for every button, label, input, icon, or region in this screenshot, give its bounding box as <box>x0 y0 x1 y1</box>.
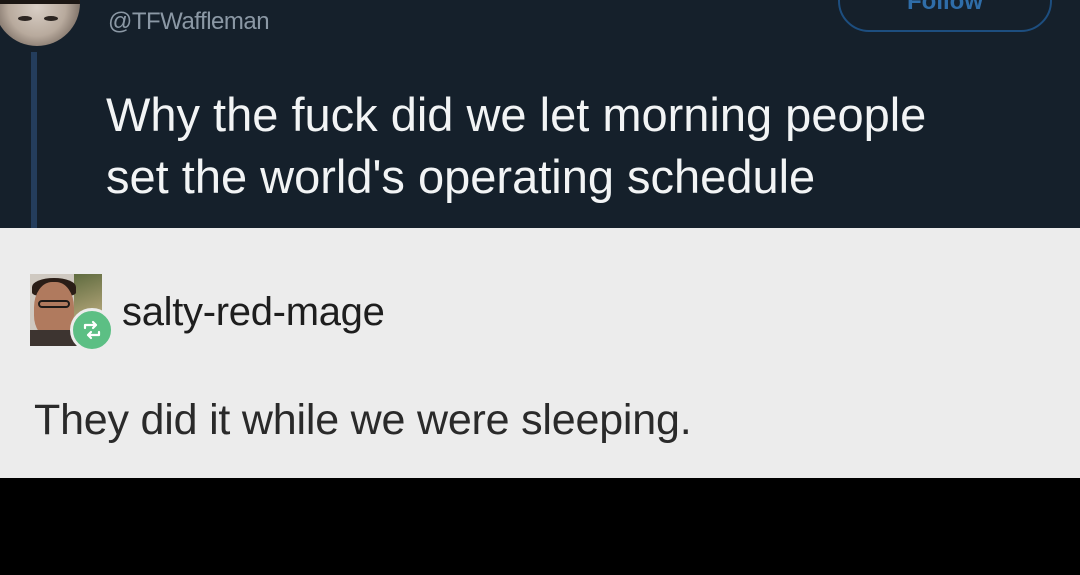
avatar-glasses <box>38 300 70 308</box>
reblog-comment: salty-red-mage They did it while we were… <box>0 228 1080 478</box>
reblog-comment-text: They did it while we were sleeping. <box>34 396 692 444</box>
tweet-text: Why the fuck did we let morning people s… <box>106 84 1080 208</box>
reblogger-username[interactable]: salty-red-mage <box>122 290 385 335</box>
reblog-arrows-icon <box>83 320 101 340</box>
tweet-text-line: set the world's operating schedule <box>106 150 816 203</box>
tweet-text-line: Why the fuck did we let morning people <box>106 88 927 141</box>
screenshot: @TFWaffleman Follow Why the fuck did we … <box>0 0 1080 575</box>
avatar-hair <box>0 0 80 4</box>
embedded-tweet: @TFWaffleman Follow Why the fuck did we … <box>0 0 1080 228</box>
follow-button[interactable]: Follow <box>838 0 1052 32</box>
reblog-icon <box>70 308 114 352</box>
avatar-eye <box>44 16 58 21</box>
tweet-author-avatar[interactable] <box>0 0 80 46</box>
letterbox-bar <box>0 478 1080 575</box>
tweet-author-handle[interactable]: @TFWaffleman <box>108 8 270 36</box>
thread-line <box>31 52 37 228</box>
avatar-eye <box>18 16 32 21</box>
